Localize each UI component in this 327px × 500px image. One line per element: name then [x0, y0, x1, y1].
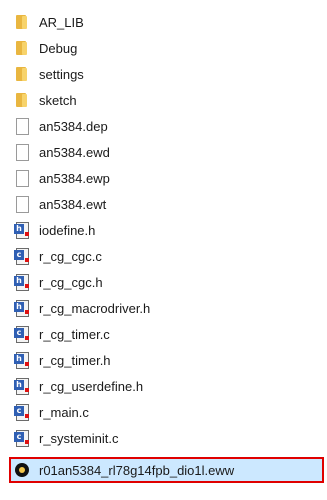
source-file-icon: c — [14, 430, 30, 447]
file-name: settings — [39, 66, 84, 82]
list-item-an5384-ewt[interactable]: an5384.ewt — [14, 193, 314, 215]
list-item-settings[interactable]: settings — [14, 63, 314, 85]
file-name: r_systeminit.c — [39, 430, 119, 446]
folder-icon — [14, 14, 30, 30]
file-icon — [14, 170, 30, 187]
list-item-r-cg-userdefine-h[interactable]: h r_cg_userdefine.h — [14, 375, 314, 397]
file-icon — [14, 144, 30, 161]
workspace-icon — [14, 462, 30, 478]
file-name: an5384.ewt — [39, 196, 107, 212]
list-item-an5384-ewp[interactable]: an5384.ewp — [14, 167, 314, 189]
file-name: r_cg_timer.c — [39, 326, 110, 342]
file-name: Debug — [39, 40, 78, 56]
folder-icon — [14, 92, 30, 108]
file-name: an5384.ewd — [39, 144, 110, 160]
source-file-icon: h — [14, 378, 30, 395]
list-item-r-cg-macrodriver-h[interactable]: h r_cg_macrodriver.h — [14, 297, 314, 319]
list-item-r-systeminit-c[interactable]: c r_systeminit.c — [14, 427, 314, 449]
list-item-r-cg-timer-h[interactable]: h r_cg_timer.h — [14, 349, 314, 371]
source-file-icon: h — [14, 274, 30, 291]
folder-icon — [14, 40, 30, 56]
file-name: an5384.ewp — [39, 170, 110, 186]
source-file-icon: c — [14, 326, 30, 343]
source-file-icon: h — [14, 300, 30, 317]
file-name: r_cg_cgc.c — [39, 248, 102, 264]
file-name: r_cg_timer.h — [39, 352, 111, 368]
list-item-iodefine-h[interactable]: h iodefine.h — [14, 219, 314, 241]
list-item-r-cg-cgc-h[interactable]: h r_cg_cgc.h — [14, 271, 314, 293]
list-item-an5384-dep[interactable]: an5384.dep — [14, 115, 314, 137]
list-item-sketch[interactable]: sketch — [14, 89, 314, 111]
file-name: iodefine.h — [39, 222, 96, 238]
file-name: r_cg_macrodriver.h — [39, 300, 151, 316]
list-item-debug[interactable]: Debug — [14, 37, 314, 59]
list-item-workspace-eww[interactable]: r01an5384_rl78g14fpb_dio1l.eww — [9, 457, 324, 483]
list-item-an5384-ewd[interactable]: an5384.ewd — [14, 141, 314, 163]
file-name: an5384.dep — [39, 118, 108, 134]
source-file-icon: c — [14, 404, 30, 421]
list-item-ar-lib[interactable]: AR_LIB — [14, 11, 314, 33]
file-icon — [14, 118, 30, 135]
source-file-icon: c — [14, 248, 30, 265]
file-name: r_main.c — [39, 404, 89, 420]
list-item-r-cg-timer-c[interactable]: c r_cg_timer.c — [14, 323, 314, 345]
source-file-icon: h — [14, 222, 30, 239]
source-file-icon: h — [14, 352, 30, 369]
file-name: r_cg_cgc.h — [39, 274, 103, 290]
file-name: AR_LIB — [39, 14, 84, 30]
file-name: r_cg_userdefine.h — [39, 378, 144, 394]
file-name: sketch — [39, 92, 77, 108]
list-item-r-main-c[interactable]: c r_main.c — [14, 401, 314, 423]
file-name: r01an5384_rl78g14fpb_dio1l.eww — [39, 462, 235, 478]
file-icon — [14, 196, 30, 213]
file-list: AR_LIB Debug settings sketch an5384.dep … — [0, 0, 327, 500]
folder-icon — [14, 66, 30, 82]
list-item-r-cg-cgc-c[interactable]: c r_cg_cgc.c — [14, 245, 314, 267]
